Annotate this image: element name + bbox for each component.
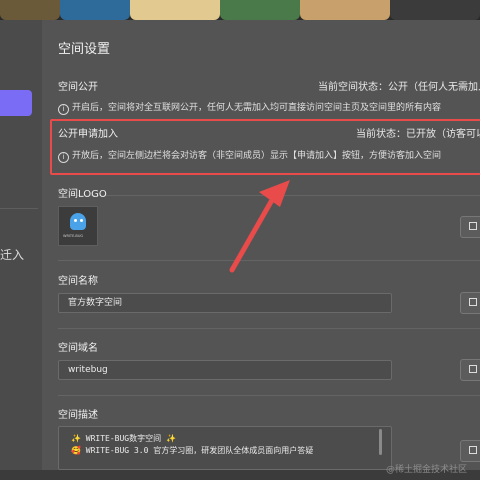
arrow-head: [259, 180, 290, 207]
arrow-shaft: [229, 197, 275, 273]
watermark: @稀土掘金技术社区: [386, 465, 468, 475]
red-arrow-annotation: [229, 180, 290, 273]
